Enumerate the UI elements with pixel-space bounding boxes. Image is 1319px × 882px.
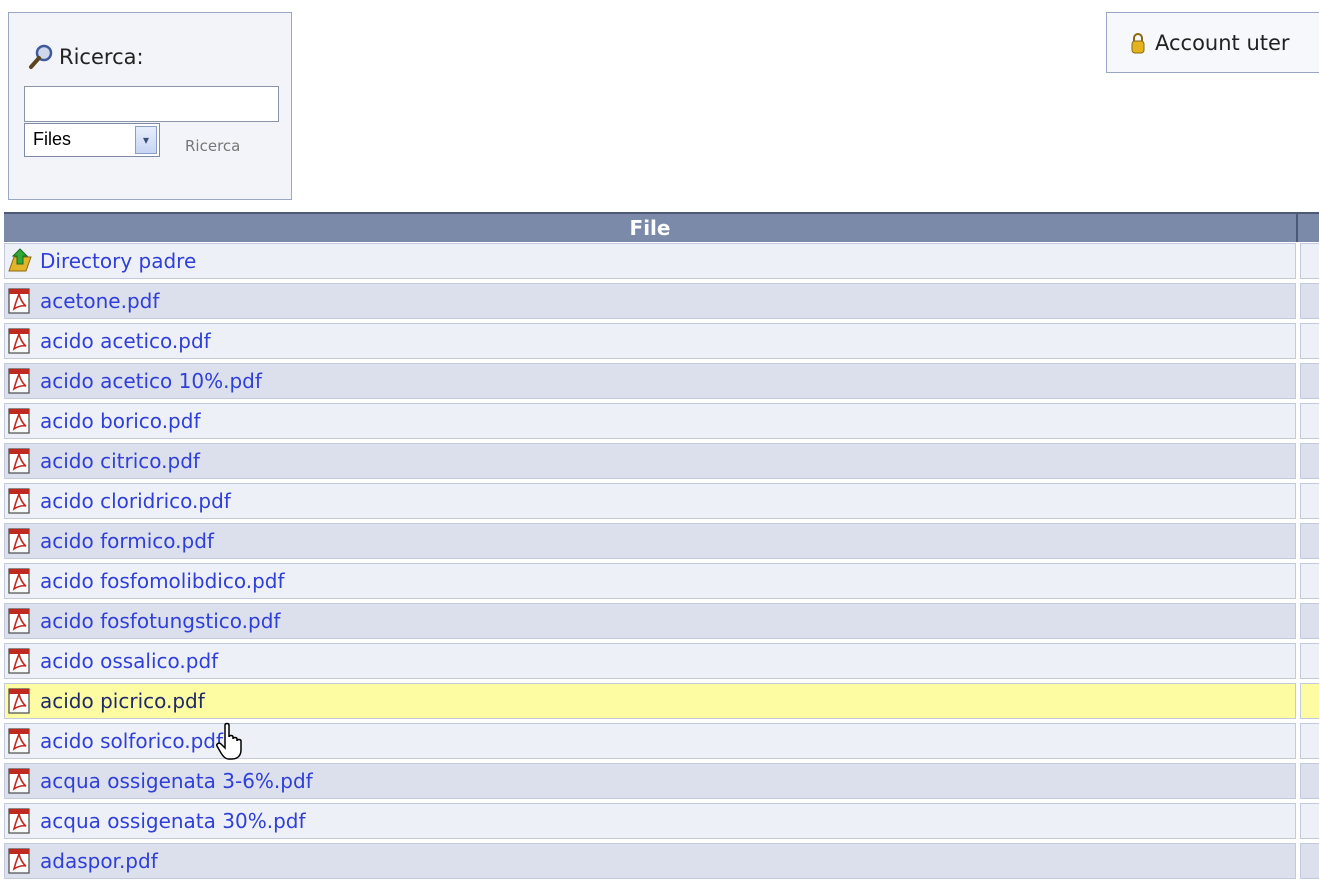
pdf-icon	[8, 528, 30, 554]
file-link[interactable]: acido ossalico.pdf	[40, 649, 218, 673]
table-row[interactable]: acido borico.pdf	[4, 402, 1319, 442]
extra-cell	[1300, 683, 1319, 719]
extra-cell	[1300, 403, 1319, 439]
pdf-icon	[8, 648, 30, 674]
extra-cell	[1300, 763, 1319, 799]
chevron-down-icon[interactable]: ▾	[135, 126, 157, 154]
file-link[interactable]: acido solforico.pdf	[40, 729, 223, 753]
extra-cell	[1300, 283, 1319, 319]
table-row[interactable]: acido cloridrico.pdf	[4, 482, 1319, 522]
table-row[interactable]: acido solforico.pdf	[4, 722, 1319, 762]
file-cell[interactable]: acetone.pdf	[4, 283, 1296, 319]
table-header: File	[4, 212, 1319, 242]
pdf-icon	[8, 768, 30, 794]
file-link[interactable]: acido acetico 10%.pdf	[40, 369, 262, 393]
file-cell[interactable]: acido acetico.pdf	[4, 323, 1296, 359]
search-type-select[interactable]: Files ▾	[24, 123, 160, 157]
pdf-icon	[8, 488, 30, 514]
table-row[interactable]: acido fosfomolibdico.pdf	[4, 562, 1319, 602]
pdf-icon	[8, 328, 30, 354]
table-row[interactable]: acqua ossigenata 30%.pdf	[4, 802, 1319, 842]
pdf-icon	[8, 608, 30, 634]
table-row[interactable]: acetone.pdf	[4, 282, 1319, 322]
search-title-label: Ricerca:	[59, 45, 144, 69]
search-input[interactable]	[24, 86, 279, 122]
pdf-icon	[8, 688, 30, 714]
file-cell[interactable]: acido picrico.pdf	[4, 683, 1296, 719]
file-cell[interactable]: acido formico.pdf	[4, 523, 1296, 559]
extra-cell	[1300, 243, 1319, 279]
file-link[interactable]: acido acetico.pdf	[40, 329, 211, 353]
extra-cell	[1300, 563, 1319, 599]
file-cell[interactable]: acido fosfomolibdico.pdf	[4, 563, 1296, 599]
account-button[interactable]: Account uter	[1106, 12, 1319, 73]
pdf-icon	[8, 728, 30, 754]
file-link[interactable]: adaspor.pdf	[40, 849, 158, 873]
file-link[interactable]: Directory padre	[40, 249, 196, 273]
table-row[interactable]: acqua ossigenata 3-6%.pdf	[4, 762, 1319, 802]
file-table: File Directory padre acetone.pdf acido ace…	[4, 212, 1319, 882]
search-type-value: Files	[33, 129, 72, 149]
file-link[interactable]: acqua ossigenata 30%.pdf	[40, 809, 306, 833]
search-title: Ricerca:	[27, 43, 144, 71]
extra-cell	[1300, 523, 1319, 559]
pdf-icon	[8, 408, 30, 434]
pdf-icon	[8, 808, 30, 834]
pdf-icon	[8, 848, 30, 874]
search-panel: Ricerca: Files ▾ Ricerca	[8, 12, 292, 200]
table-row[interactable]: acido formico.pdf	[4, 522, 1319, 562]
pdf-icon	[8, 288, 30, 314]
file-link[interactable]: acetone.pdf	[40, 289, 159, 313]
file-cell[interactable]: adaspor.pdf	[4, 843, 1296, 879]
extra-cell	[1300, 843, 1319, 879]
file-cell[interactable]: acido citrico.pdf	[4, 443, 1296, 479]
file-cell[interactable]: acido solforico.pdf	[4, 723, 1296, 759]
pdf-icon	[8, 448, 30, 474]
extra-cell	[1300, 603, 1319, 639]
file-link[interactable]: acido fosfomolibdico.pdf	[40, 569, 285, 593]
file-link[interactable]: acido picrico.pdf	[40, 689, 205, 713]
table-row[interactable]: acido acetico 10%.pdf	[4, 362, 1319, 402]
parent-folder-icon	[8, 248, 32, 272]
extra-cell	[1300, 363, 1319, 399]
file-cell[interactable]: acido ossalico.pdf	[4, 643, 1296, 679]
table-row[interactable]: acido acetico.pdf	[4, 322, 1319, 362]
file-cell[interactable]: acqua ossigenata 30%.pdf	[4, 803, 1296, 839]
table-row[interactable]: acido ossalico.pdf	[4, 642, 1319, 682]
file-cell[interactable]: acido cloridrico.pdf	[4, 483, 1296, 519]
file-cell[interactable]: acido borico.pdf	[4, 403, 1296, 439]
extra-cell	[1300, 803, 1319, 839]
table-row[interactable]: adaspor.pdf	[4, 842, 1319, 882]
file-cell[interactable]: acqua ossigenata 3-6%.pdf	[4, 763, 1296, 799]
column-header-extra	[1300, 214, 1319, 242]
pdf-icon	[8, 368, 30, 394]
extra-cell	[1300, 643, 1319, 679]
extra-cell	[1300, 723, 1319, 759]
file-link[interactable]: acido fosfotungstico.pdf	[40, 609, 280, 633]
account-label: Account uter	[1155, 30, 1290, 55]
column-header-file[interactable]: File	[4, 214, 1298, 242]
extra-cell	[1300, 483, 1319, 519]
magnifier-icon	[29, 44, 53, 69]
table-row[interactable]: acido fosfotungstico.pdf	[4, 602, 1319, 642]
file-link[interactable]: acido formico.pdf	[40, 529, 214, 553]
table-row[interactable]: acido picrico.pdf	[4, 682, 1319, 722]
extra-cell	[1300, 323, 1319, 359]
file-cell[interactable]: acido acetico 10%.pdf	[4, 363, 1296, 399]
table-row[interactable]: Directory padre	[4, 242, 1319, 282]
table-row[interactable]: acido citrico.pdf	[4, 442, 1319, 482]
extra-cell	[1300, 443, 1319, 479]
table-body: Directory padre acetone.pdf acido acetico.…	[4, 242, 1319, 882]
file-link[interactable]: acido cloridrico.pdf	[40, 489, 231, 513]
file-cell[interactable]: acido fosfotungstico.pdf	[4, 603, 1296, 639]
pdf-icon	[8, 568, 30, 594]
file-link[interactable]: acqua ossigenata 3-6%.pdf	[40, 769, 313, 793]
file-link[interactable]: acido borico.pdf	[40, 409, 200, 433]
file-link[interactable]: acido citrico.pdf	[40, 449, 200, 473]
file-cell[interactable]: Directory padre	[4, 243, 1296, 279]
search-button[interactable]: Ricerca	[185, 137, 240, 155]
lock-icon	[1131, 32, 1145, 53]
